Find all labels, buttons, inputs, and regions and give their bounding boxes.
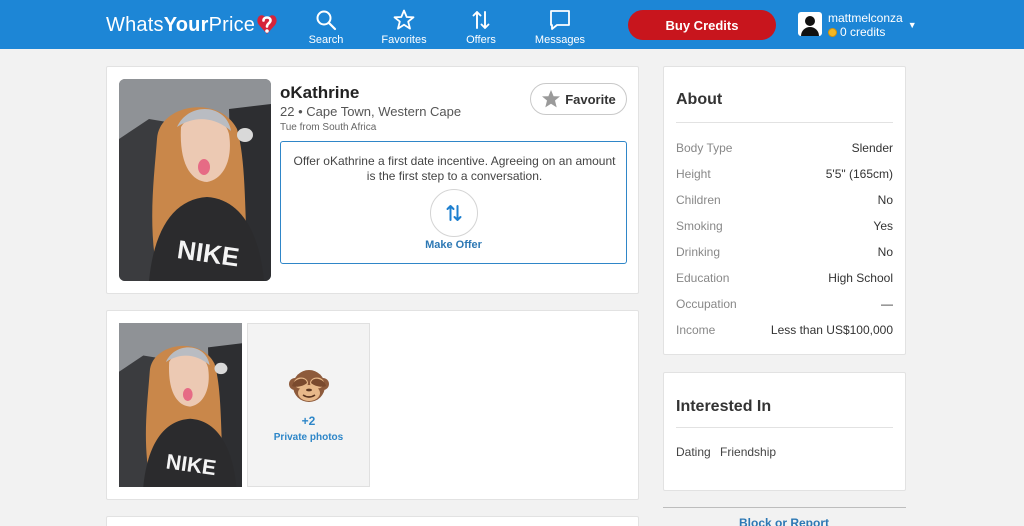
nav-messages-label: Messages [534, 34, 586, 46]
profile-last-online: Tue from South Africa [280, 122, 377, 133]
about-card: About Body Type Slender Height 5'5" (165cm… [663, 66, 906, 355]
about-row-income: Income Less than US$100,000 [676, 323, 893, 341]
profile-card: NIKE oKathrine 22 • Cape Town, Western C… [106, 66, 639, 294]
about-value: No [877, 193, 893, 207]
search-icon [316, 10, 337, 31]
logo-text-whats: Whats [106, 13, 164, 36]
private-photos-tile[interactable]: +2 Private photos [247, 323, 370, 487]
account-menu[interactable]: mattmelconza 0 credits ▼ [798, 11, 917, 39]
star-icon [393, 9, 415, 30]
private-photos-label: Private photos [273, 432, 344, 443]
offer-panel: Offer oKathrine a first date incentive. … [280, 141, 627, 264]
divider [676, 122, 893, 123]
divider [663, 507, 906, 508]
monkey-icon [289, 370, 329, 402]
about-key: Body Type [676, 141, 733, 155]
interest-tag: Dating [676, 445, 711, 459]
nav-messages[interactable]: Messages [532, 0, 588, 49]
about-row-drinking: Drinking No [676, 245, 893, 263]
offers-arrows-icon [446, 205, 462, 221]
coin-icon [828, 27, 837, 37]
about-row-body-type: Body Type Slender [676, 141, 893, 159]
about-key: Height [676, 167, 711, 181]
about-key: Children [676, 193, 721, 207]
interest-tags: Dating Friendship [676, 445, 782, 459]
message-icon [550, 10, 570, 30]
about-row-education: Education High School [676, 271, 893, 289]
nav-offers[interactable]: Offers [462, 0, 500, 49]
block-or-report-link[interactable]: Block or Report [739, 516, 829, 526]
make-offer-button[interactable] [430, 189, 478, 237]
nav-favorites-label: Favorites [381, 34, 427, 46]
about-key: Drinking [676, 245, 721, 259]
about-value: — [881, 297, 893, 311]
offers-arrows-icon [472, 11, 490, 29]
interested-in-card: Interested In Dating Friendship [663, 372, 906, 491]
about-row-occupation: Occupation — [676, 297, 893, 315]
about-key: Education [676, 271, 730, 285]
favorite-button-label: Favorite [565, 91, 616, 107]
account-username: mattmelconza [828, 11, 903, 25]
avatar [798, 12, 822, 36]
profile-name: oKathrine [280, 83, 360, 102]
nav-search-label: Search [308, 34, 344, 46]
chevron-down-icon: ▼ [907, 20, 917, 30]
interest-tag: Friendship [720, 445, 777, 459]
star-icon [542, 90, 561, 108]
interested-in-title: Interested In [676, 398, 772, 415]
nav-search[interactable]: Search [306, 0, 346, 49]
profile-age-location: 22 • Cape Town, Western Cape [280, 104, 462, 119]
nav-favorites[interactable]: Favorites [378, 0, 430, 49]
favorite-button[interactable]: Favorite [530, 83, 627, 115]
about-value: Yes [873, 219, 893, 233]
divider [676, 427, 893, 428]
profile-photo[interactable]: NIKE [119, 79, 271, 281]
photos-card: NIKE +2 Private photos [106, 310, 639, 500]
heart-question-icon [257, 15, 277, 34]
about-value: Slender [851, 141, 893, 155]
offer-description: Offer oKathrine a first date incentive. … [293, 154, 616, 183]
logo-text-your: Your [163, 13, 209, 36]
next-card [106, 516, 639, 526]
make-offer-label[interactable]: Make Offer [281, 239, 626, 251]
site-logo[interactable]: Whats Your Price [106, 12, 278, 38]
about-value: 5'5" (165cm) [825, 167, 893, 181]
about-row-height: Height 5'5" (165cm) [676, 167, 893, 185]
about-value: No [877, 245, 893, 259]
private-photos-count: +2 [301, 414, 316, 428]
account-credits: 0 credits [840, 25, 886, 39]
about-value: Less than US$100,000 [770, 323, 893, 337]
buy-credits-button[interactable]: Buy Credits [628, 10, 776, 40]
about-row-children: Children No [676, 193, 893, 211]
about-row-smoking: Smoking Yes [676, 219, 893, 237]
about-key: Occupation [676, 297, 737, 311]
about-value: High School [828, 271, 893, 285]
about-title: About [676, 91, 723, 108]
top-navigation-bar: Whats Your Price Search Favorites Offers M… [0, 0, 1024, 49]
nav-offers-label: Offers [466, 34, 496, 46]
about-key: Income [676, 323, 716, 337]
logo-text-price: Price [208, 13, 256, 36]
about-key: Smoking [676, 219, 723, 233]
public-photo-thumbnail[interactable]: NIKE [119, 323, 242, 487]
